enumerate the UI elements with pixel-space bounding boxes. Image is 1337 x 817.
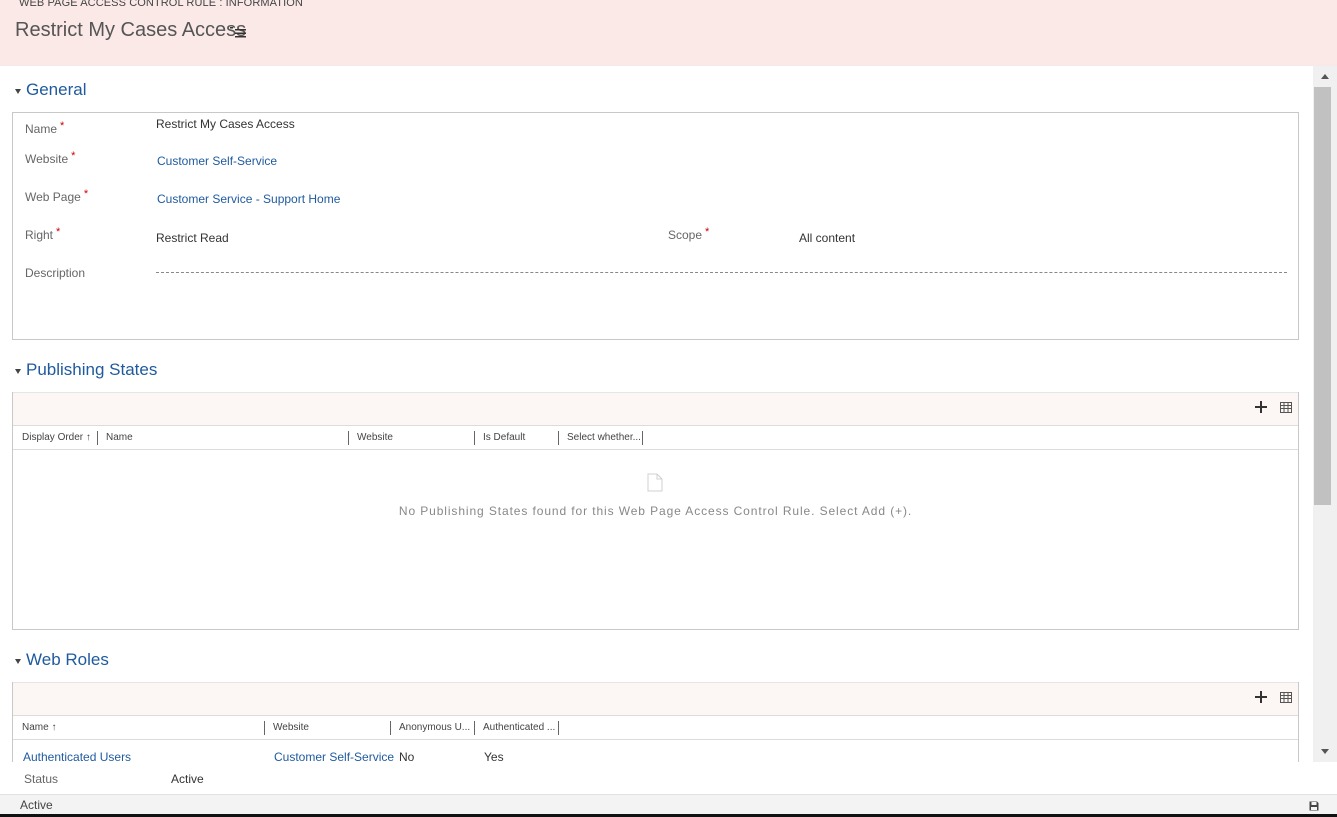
website-label: Website * bbox=[25, 150, 76, 166]
scope-field[interactable]: All content bbox=[799, 231, 855, 245]
role-anonymous-value: No bbox=[399, 750, 415, 762]
vertical-scrollbar[interactable] bbox=[1313, 66, 1337, 762]
entity-type-label: WEB PAGE ACCESS CONTROL RULE : INFORMATI… bbox=[19, 0, 303, 9]
save-icon[interactable] bbox=[1309, 801, 1319, 811]
column-name[interactable]: Name bbox=[106, 426, 133, 450]
grid-view-icon[interactable] bbox=[1280, 692, 1292, 703]
column-display-order[interactable]: Display Order ↑ bbox=[22, 426, 91, 450]
section-general-toggle[interactable]: General bbox=[15, 80, 86, 100]
section-web-roles-title: Web Roles bbox=[26, 650, 109, 669]
website-lookup-link[interactable]: Customer Self-Service bbox=[157, 154, 277, 168]
section-general-title: General bbox=[26, 80, 87, 99]
collapse-triangle-icon bbox=[15, 368, 21, 374]
section-publishing-states-toggle[interactable]: Publishing States bbox=[15, 360, 157, 380]
column-website[interactable]: Website bbox=[273, 716, 309, 740]
web-page-lookup-link[interactable]: Customer Service - Support Home bbox=[157, 192, 340, 206]
collapse-triangle-icon bbox=[15, 658, 21, 664]
column-divider[interactable] bbox=[474, 721, 475, 735]
name-label: Name * bbox=[25, 120, 65, 136]
grid-toolbar bbox=[13, 682, 1298, 715]
hamburger-menu-icon[interactable] bbox=[230, 25, 246, 39]
column-is-default[interactable]: Is Default bbox=[483, 426, 525, 450]
name-field[interactable]: Restrict My Cases Access bbox=[156, 117, 295, 131]
role-website-link[interactable]: Customer Self-Service bbox=[274, 750, 394, 762]
empty-grid-message: No Publishing States found for this Web … bbox=[398, 504, 913, 518]
document-icon bbox=[647, 473, 663, 492]
publishing-states-grid: Display Order ↑ Name Website Is Default … bbox=[12, 392, 1299, 630]
status-value[interactable]: Active bbox=[171, 772, 204, 786]
plus-icon[interactable] bbox=[1254, 400, 1268, 414]
required-marker: * bbox=[83, 188, 89, 200]
column-authenticated-users[interactable]: Authenticated ... bbox=[483, 716, 555, 740]
grid-header: Name ↑ Website Anonymous U... Authentica… bbox=[13, 715, 1298, 740]
column-divider[interactable] bbox=[558, 431, 559, 445]
form-header: WEB PAGE ACCESS CONTROL RULE : INFORMATI… bbox=[0, 0, 1337, 66]
role-authenticated-value: Yes bbox=[484, 750, 504, 762]
collapse-triangle-icon bbox=[15, 88, 21, 94]
grid-view-icon[interactable] bbox=[1280, 402, 1292, 413]
record-title: Restrict My Cases Access bbox=[15, 19, 247, 41]
web-roles-grid: Name ↑ Website Anonymous U... Authentica… bbox=[12, 682, 1299, 762]
form-footer: Active bbox=[0, 794, 1337, 814]
column-divider[interactable] bbox=[558, 721, 559, 735]
column-divider[interactable] bbox=[390, 721, 391, 735]
grid-header: Display Order ↑ Name Website Is Default … bbox=[13, 425, 1298, 450]
role-name-link[interactable]: Authenticated Users bbox=[23, 750, 131, 762]
plus-icon[interactable] bbox=[1254, 690, 1268, 704]
column-anonymous-users[interactable]: Anonymous U... bbox=[399, 716, 470, 740]
scroll-down-arrow-icon[interactable] bbox=[1321, 749, 1329, 754]
required-marker: * bbox=[60, 120, 65, 132]
footer-status: Active bbox=[20, 798, 53, 812]
description-field[interactable] bbox=[156, 272, 1287, 273]
column-divider[interactable] bbox=[264, 721, 265, 735]
required-marker: * bbox=[56, 226, 61, 238]
grid-toolbar bbox=[13, 392, 1298, 425]
column-divider[interactable] bbox=[97, 431, 98, 445]
column-select-whether[interactable]: Select whether... bbox=[567, 426, 641, 450]
column-website[interactable]: Website bbox=[357, 426, 393, 450]
description-label: Description bbox=[25, 266, 86, 280]
form-body: General Name * Restrict My Cases Access W… bbox=[0, 66, 1313, 762]
status-strip: Status Active bbox=[0, 762, 1337, 794]
sort-ascending-icon: ↑ bbox=[51, 722, 57, 733]
required-marker: * bbox=[71, 150, 76, 162]
section-web-roles-toggle[interactable]: Web Roles bbox=[15, 650, 109, 670]
general-section: Name * Restrict My Cases Access Website * … bbox=[12, 112, 1299, 340]
required-marker: * bbox=[705, 226, 710, 238]
status-label: Status bbox=[24, 772, 59, 786]
sort-ascending-icon: ↑ bbox=[85, 432, 91, 443]
scope-label: Scope * bbox=[668, 226, 710, 242]
right-label: Right * bbox=[25, 226, 61, 242]
right-field[interactable]: Restrict Read bbox=[156, 231, 229, 245]
scrollbar-thumb[interactable] bbox=[1314, 87, 1331, 505]
web-page-label: Web Page * bbox=[25, 188, 89, 204]
section-publishing-states-title: Publishing States bbox=[26, 360, 158, 379]
column-divider[interactable] bbox=[474, 431, 475, 445]
column-name[interactable]: Name ↑ bbox=[22, 716, 56, 740]
scroll-up-arrow-icon[interactable] bbox=[1321, 74, 1329, 79]
column-divider[interactable] bbox=[348, 431, 349, 445]
column-divider[interactable] bbox=[642, 431, 643, 445]
